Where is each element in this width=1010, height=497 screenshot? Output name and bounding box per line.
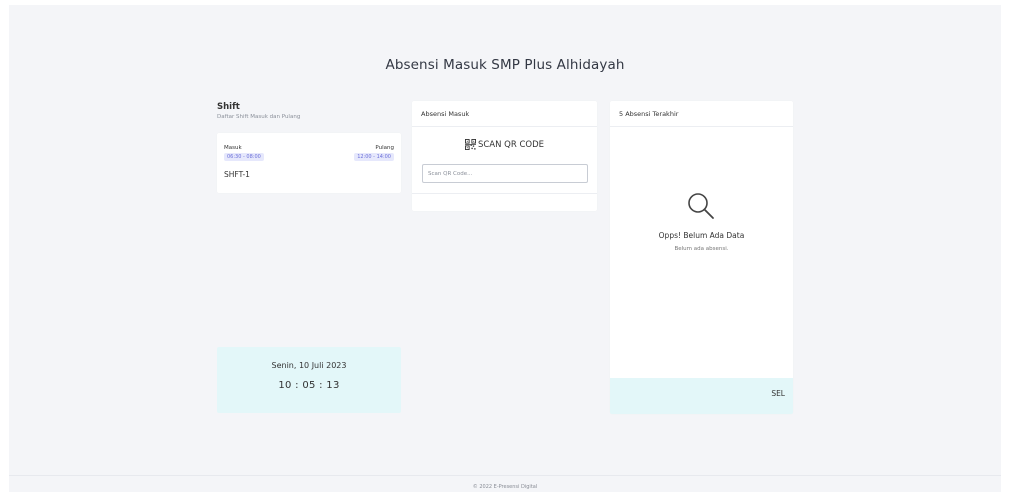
masuk-time-badge: 06:30 - 08:00: [224, 153, 264, 161]
shift-card: Masuk Pulang 06:30 - 08:00 12:00 - 14:00…: [217, 133, 401, 193]
last-attendance-footer: SEL: [610, 378, 793, 414]
shift-header: Shift Daftar Shift Masuk dan Pulang: [217, 102, 300, 120]
shift-subtitle: Daftar Shift Masuk dan Pulang: [217, 114, 301, 120]
scan-qr-label: SCAN QR CODE: [477, 139, 545, 150]
masuk-label: Masuk: [224, 145, 242, 151]
pulang-time-badge: 12:00 - 14:00: [354, 153, 394, 161]
scan-qr-title: SCAN QR CODE: [412, 139, 597, 150]
page-background: Absensi Masuk SMP Plus Alhidayah Shift D…: [9, 5, 1001, 492]
clock-date: Senin, 10 Juli 2023: [271, 361, 347, 370]
qr-code-icon: [464, 139, 476, 150]
last-attendance-card: 5 Absensi Terakhir Opps! Belum Ada Data …: [610, 101, 793, 414]
last-attendance-header: 5 Absensi Terakhir: [610, 101, 793, 127]
shift-code: SHFT-1: [224, 170, 250, 179]
card-divider: [412, 193, 597, 194]
shift-title: Shift: [217, 102, 240, 112]
search-icon: [688, 193, 714, 219]
absensi-masuk-card: Absensi Masuk SCAN QR CODE: [412, 101, 597, 211]
empty-state-title: Opps! Belum Ada Data: [658, 231, 745, 240]
empty-state-subtitle: Belum ada absensi.: [674, 246, 729, 252]
page-title: Absensi Masuk SMP Plus Alhidayah: [385, 57, 625, 73]
pulang-label: Pulang: [375, 145, 394, 151]
footer-divider: [9, 475, 1001, 476]
footer-copyright: © 2022 E-Presensi Digital: [472, 484, 538, 490]
absensi-masuk-header: Absensi Masuk: [412, 101, 597, 127]
sel-button[interactable]: SEL: [771, 389, 785, 398]
scan-qr-input[interactable]: [422, 164, 588, 183]
clock-card: Senin, 10 Juli 2023 10 : 05 : 13: [217, 347, 401, 413]
clock-time: 10 : 05 : 13: [278, 380, 340, 391]
